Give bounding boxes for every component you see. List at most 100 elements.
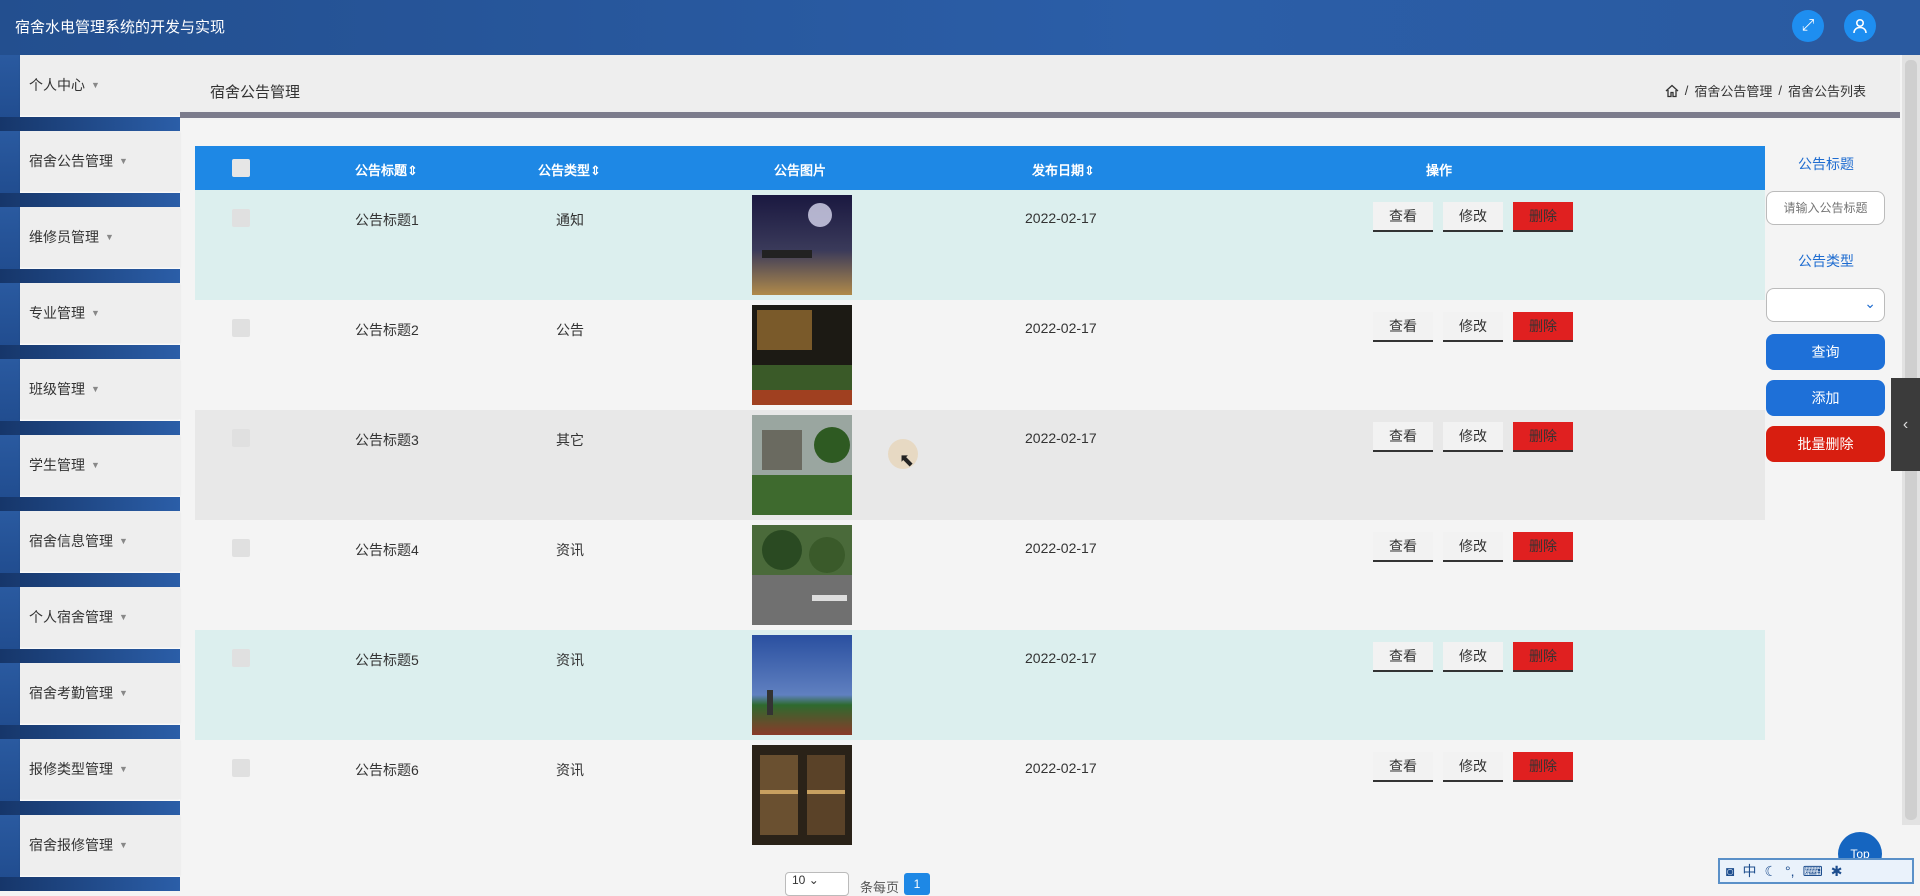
row-checkbox[interactable] [232, 429, 250, 447]
moon-icon[interactable]: ☾ [1764, 863, 1777, 880]
view-button[interactable]: 查看 [1373, 642, 1433, 672]
header-actions: 操作 [1426, 163, 1453, 178]
select-all-checkbox[interactable] [232, 159, 250, 177]
sidebar-item-repairman[interactable]: 维修员管理 ▼ [0, 207, 180, 283]
chevron-left-icon[interactable]: ‹ [1891, 378, 1920, 471]
chevron-down-icon: ▼ [91, 308, 100, 318]
header-image: 公告图片 [774, 163, 827, 178]
search-type-label: 公告类型 [1798, 253, 1854, 269]
fullscreen-icon[interactable]: ⤢ [1792, 10, 1824, 42]
view-button[interactable]: 查看 [1373, 752, 1433, 782]
user-glyph [1853, 18, 1867, 34]
sidebar-item-notice[interactable]: 宿舍公告管理 ▼ [0, 131, 180, 207]
delete-button[interactable]: 删除 [1513, 642, 1573, 672]
cell-date: 2022-02-17 [1025, 430, 1097, 446]
row-checkbox[interactable] [232, 649, 250, 667]
breadcrumb-sep: / [1778, 83, 1782, 98]
breadcrumb-section[interactable]: 宿舍公告管理 [1694, 81, 1772, 100]
query-button[interactable]: 查询 [1766, 334, 1885, 370]
view-button[interactable]: 查看 [1373, 422, 1433, 452]
sort-icon: ⇕ [407, 163, 418, 178]
sort-icon: ⇕ [590, 163, 601, 178]
sidebar-item-repair-type[interactable]: 报修类型管理 ▼ [0, 739, 180, 815]
add-button[interactable]: 添加 [1766, 380, 1885, 416]
batch-delete-button[interactable]: 批量删除 [1766, 426, 1885, 462]
sidebar-item-label: 宿舍信息管理 [29, 533, 113, 549]
row-checkbox[interactable] [232, 319, 250, 337]
notice-image [752, 415, 852, 515]
cell-date: 2022-02-17 [1025, 650, 1097, 666]
page-size-select[interactable]: 10 ⌄ [785, 872, 849, 896]
sidebar-item-class[interactable]: 班级管理 ▼ [0, 359, 180, 435]
page-title: 宿舍公告管理 [210, 84, 301, 101]
cell-type: 其它 [556, 432, 584, 448]
delete-button[interactable]: 删除 [1513, 422, 1573, 452]
sidebar-item-label: 宿舍报修管理 [29, 837, 113, 853]
settings-icon[interactable]: ✱ [1831, 863, 1843, 880]
chevron-down-icon: ▼ [119, 156, 128, 166]
sidebar-item-student[interactable]: 学生管理 ▼ [0, 435, 180, 511]
sidebar-item-dorm-info[interactable]: 宿舍信息管理 ▼ [0, 511, 180, 587]
sidebar-item-label: 宿舍公告管理 [29, 153, 113, 169]
sidebar-item-attendance[interactable]: 宿舍考勤管理 ▼ [0, 663, 180, 739]
sidebar-item-repair[interactable]: 宿舍报修管理 ▼ [0, 815, 180, 891]
top-bar: 宿舍水电管理系统的开发与实现 ⤢ [0, 0, 1920, 55]
sidebar-item-label: 报修类型管理 [29, 761, 113, 777]
header-title[interactable]: 公告标题⇕ [355, 160, 418, 179]
ime-toolbar[interactable]: ◙ 中 ☾ °, ⌨ ✱ [1718, 858, 1914, 884]
header-type[interactable]: 公告类型⇕ [538, 160, 601, 179]
ime-mode[interactable]: 中 [1742, 861, 1756, 881]
breadcrumb-current: 宿舍公告列表 [1787, 84, 1866, 99]
app-title: 宿舍水电管理系统的开发与实现 [15, 19, 226, 36]
sidebar-item-personal-dorm[interactable]: 个人宿舍管理 ▼ [0, 587, 180, 663]
sort-icon: ⇕ [1084, 163, 1095, 178]
notice-image [752, 305, 852, 405]
chevron-down-icon: ▼ [105, 232, 114, 242]
type-select[interactable]: ⌄ [1766, 288, 1885, 322]
row-checkbox[interactable] [232, 759, 250, 777]
delete-button[interactable]: 删除 [1513, 752, 1573, 782]
user-icon[interactable] [1844, 10, 1876, 42]
view-button[interactable]: 查看 [1373, 532, 1433, 562]
edit-button[interactable]: 修改 [1443, 202, 1503, 232]
edit-button[interactable]: 修改 [1443, 312, 1503, 342]
page-size-value: 10 [792, 873, 806, 887]
cell-title: 公告标题3 [355, 432, 419, 448]
delete-button[interactable]: 删除 [1513, 312, 1573, 342]
page-1-button[interactable]: 1 [904, 873, 930, 895]
punctuation-icon[interactable]: °, [1785, 863, 1795, 879]
chevron-down-icon: ▼ [119, 764, 128, 774]
delete-button[interactable]: 删除 [1513, 202, 1573, 232]
search-title-input[interactable] [1766, 191, 1885, 225]
home-icon[interactable] [1665, 84, 1679, 98]
notice-table: 公告标题⇕ 公告类型⇕ 公告图片 发布日期⇕ 操作 公告标题1 通知 2022-… [195, 146, 1765, 850]
cell-date: 2022-02-17 [1025, 210, 1097, 226]
cell-title: 公告标题2 [355, 322, 419, 338]
sidebar-item-label: 学生管理 [29, 457, 85, 473]
chevron-down-icon: ⌄ [1864, 295, 1876, 311]
edit-button[interactable]: 修改 [1443, 422, 1503, 452]
chevron-down-icon: ▼ [91, 460, 100, 470]
edit-button[interactable]: 修改 [1443, 532, 1503, 562]
cell-date: 2022-02-17 [1025, 760, 1097, 776]
chevron-down-icon: ▼ [119, 840, 128, 850]
sidebar-item-personal-center[interactable]: 个人中心 ▼ [0, 55, 180, 131]
keyboard-icon[interactable]: ⌨ [1803, 863, 1823, 880]
view-button[interactable]: 查看 [1373, 202, 1433, 232]
row-checkbox[interactable] [232, 209, 250, 227]
edit-button[interactable]: 修改 [1443, 642, 1503, 672]
delete-button[interactable]: 删除 [1513, 532, 1573, 562]
view-button[interactable]: 查看 [1373, 312, 1433, 342]
table-row: 公告标题5 资讯 2022-02-17 查看 修改 删除 [195, 630, 1765, 740]
search-icon[interactable]: ◙ [1726, 863, 1734, 879]
search-title-label: 公告标题 [1798, 156, 1854, 172]
header-date[interactable]: 发布日期⇕ [1032, 160, 1095, 179]
table-row: 公告标题2 公告 2022-02-17 查看 修改 删除 [195, 300, 1765, 410]
chevron-down-icon: ▼ [119, 688, 128, 698]
breadcrumb-sep: / [1684, 83, 1689, 98]
sidebar-item-major[interactable]: 专业管理 ▼ [0, 283, 180, 359]
sidebar-item-label: 宿舍考勤管理 [29, 685, 113, 701]
row-checkbox[interactable] [232, 539, 250, 557]
cell-type: 公告 [556, 322, 584, 338]
edit-button[interactable]: 修改 [1443, 752, 1503, 782]
